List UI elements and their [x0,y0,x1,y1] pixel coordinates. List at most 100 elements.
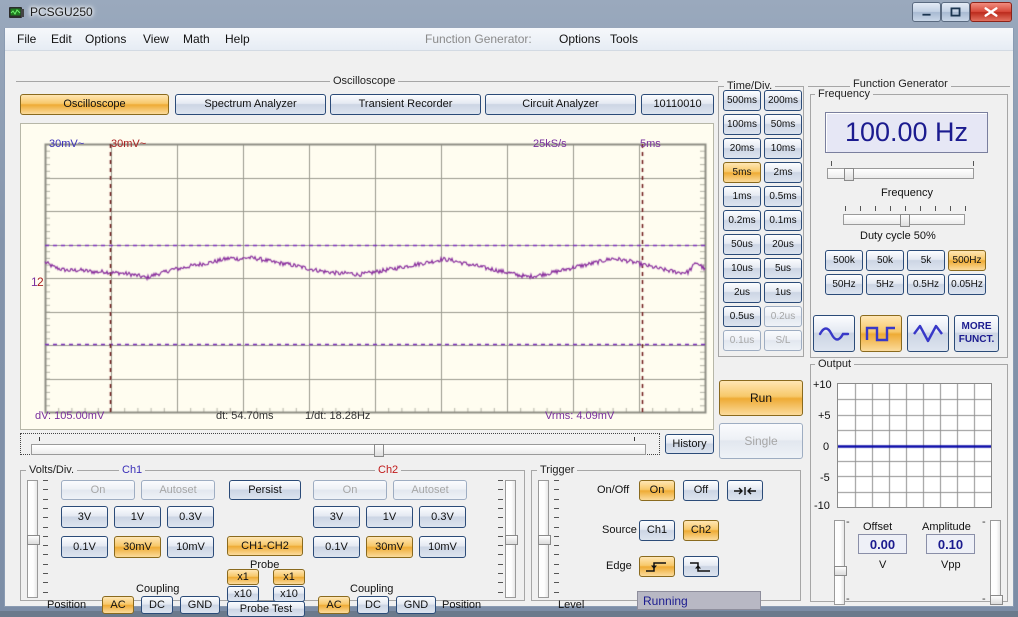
run-button[interactable]: Run [719,380,803,416]
fg-menu-tools[interactable]: Tools [610,32,638,46]
amplitude-slider-track[interactable] [990,520,1003,605]
fg-range-button-05hz[interactable]: 0.5Hz [907,274,945,295]
trigger-source-ch1[interactable]: Ch1 [639,520,675,541]
timediv-button-50ms[interactable]: 50ms [764,114,802,135]
sine-wave-button[interactable] [813,315,855,352]
amplitude-slider-thumb[interactable] [990,595,1003,605]
offset-slider-track[interactable] [834,520,847,605]
ch1-probe-x1[interactable]: x1 [227,569,259,585]
ch2-range-10mv[interactable]: 10mV [419,536,466,558]
ch2-coupling-dc[interactable]: DC [357,596,389,614]
trigger-level-slider-track[interactable] [538,480,551,598]
menu-help[interactable]: Help [225,32,250,46]
ch2-on-button[interactable]: On [313,480,387,500]
timediv-button-5ms[interactable]: 5ms [723,162,761,183]
fg-menu-options[interactable]: Options [559,32,600,46]
ch1-range-10mv[interactable]: 10mV [167,536,214,558]
trigger-off-button[interactable]: Off [683,480,719,501]
math-ch1-minus-ch2-button[interactable]: CH1-CH2 [227,536,303,556]
offset-value[interactable]: 0.00 [858,534,907,554]
timediv-button-10us[interactable]: 10us [723,258,761,279]
menu-edit[interactable]: Edit [51,32,72,46]
mode-button-spectrum-analyzer[interactable]: Spectrum Analyzer [175,94,326,115]
timebase-scroll-track[interactable] [31,444,646,457]
menu-view[interactable]: View [143,32,169,46]
trigger-source-ch2[interactable]: Ch2 [683,520,719,541]
timediv-button-01ms[interactable]: 0.1ms [764,210,802,231]
ch2-position-slider-thumb[interactable] [505,535,518,545]
mode-button-oscilloscope[interactable]: Oscilloscope [20,94,169,115]
timediv-button-01us[interactable]: 0.1us [723,330,761,351]
ch2-range-30mv[interactable]: 30mV [366,536,413,558]
ch1-probe-x10[interactable]: x10 [227,586,259,602]
duty-cycle-slider-track[interactable] [843,214,965,227]
ch2-probe-x10[interactable]: x10 [273,586,305,602]
timediv-button-200ms[interactable]: 200ms [764,90,802,111]
persist-button[interactable]: Persist [229,480,301,500]
trigger-center-button[interactable] [727,480,763,501]
ch2-probe-x1[interactable]: x1 [273,569,305,585]
timediv-button-20us[interactable]: 20us [764,234,802,255]
triangle-wave-button[interactable] [907,315,949,352]
trigger-edge-rising-button[interactable] [639,556,675,577]
mode-button-circuit-analyzer[interactable]: Circuit Analyzer [485,94,636,115]
more-functions-button[interactable]: MORE FUNCT. [954,315,999,352]
fg-range-button-5hz[interactable]: 5Hz [866,274,904,295]
timebase-scroll-container[interactable] [20,433,660,457]
trigger-edge-falling-button[interactable] [683,556,719,577]
probe-test-button[interactable]: Probe Test [227,601,305,617]
ch1-range-30mv[interactable]: 30mV [114,536,161,558]
mode-button-transient-recorder[interactable]: Transient Recorder [330,94,481,115]
fg-range-button-50hz[interactable]: 50Hz [825,274,863,295]
timediv-button-02us[interactable]: 0.2us [764,306,802,327]
frequency-slider-track[interactable] [827,168,974,181]
ch2-position-marker[interactable]: 2 [37,275,44,289]
trigger-on-button[interactable]: On [639,480,675,501]
ch1-position-slider-thumb[interactable] [27,535,40,545]
trigger-level-slider-thumb[interactable] [538,535,551,545]
minimize-button[interactable] [912,2,941,22]
offset-slider-thumb[interactable] [834,566,847,576]
square-wave-button[interactable] [860,315,902,352]
ch1-range-1v[interactable]: 1V [114,506,161,528]
scope-canvas[interactable] [21,124,713,429]
timediv-button-2ms[interactable]: 2ms [764,162,802,183]
ch1-coupling-dc[interactable]: DC [141,596,173,614]
ch2-range-3v[interactable]: 3V [313,506,360,528]
ch2-autoset-button[interactable]: Autoset [393,480,467,500]
amplitude-value[interactable]: 0.10 [926,534,975,554]
ch1-autoset-button[interactable]: Autoset [141,480,215,500]
history-button[interactable]: History [665,434,714,454]
timediv-button-100ms[interactable]: 100ms [723,114,761,135]
ch1-coupling-ac[interactable]: AC [102,596,134,614]
mode-button-binary[interactable]: 10110010 [641,94,714,115]
menu-options[interactable]: Options [85,32,126,46]
timediv-button-2us[interactable]: 2us [723,282,761,303]
fg-range-button-005hz[interactable]: 0.05Hz [948,274,986,295]
ch1-range-0.3v[interactable]: 0.3V [167,506,214,528]
timediv-button-1us[interactable]: 1us [764,282,802,303]
ch2-coupling-gnd[interactable]: GND [396,596,436,614]
fg-range-button-50k[interactable]: 50k [866,250,904,271]
ch1-coupling-gnd[interactable]: GND [180,596,220,614]
timediv-button-50us[interactable]: 50us [723,234,761,255]
menu-math[interactable]: Math [183,32,210,46]
menu-file[interactable]: File [17,32,36,46]
ch1-range-0.1v[interactable]: 0.1V [61,536,108,558]
timediv-button-5us[interactable]: 5us [764,258,802,279]
ch2-range-0.3v[interactable]: 0.3V [419,506,466,528]
fg-range-button-500k[interactable]: 500k [825,250,863,271]
fg-range-button-5k[interactable]: 5k [907,250,945,271]
frequency-slider-thumb[interactable] [844,168,854,181]
frequency-display[interactable]: 100.00 Hz [825,112,988,153]
close-button[interactable] [970,2,1012,22]
timediv-button-20ms[interactable]: 20ms [723,138,761,159]
ch1-on-button[interactable]: On [61,480,135,500]
timediv-button-sl[interactable]: S/L [764,330,802,351]
scope-display[interactable] [20,123,714,430]
single-button[interactable]: Single [719,423,803,459]
timediv-button-05ms[interactable]: 0.5ms [764,186,802,207]
ch2-coupling-ac[interactable]: AC [318,596,350,614]
ch1-position-slider-track[interactable] [27,480,40,598]
maximize-button[interactable] [941,2,970,22]
